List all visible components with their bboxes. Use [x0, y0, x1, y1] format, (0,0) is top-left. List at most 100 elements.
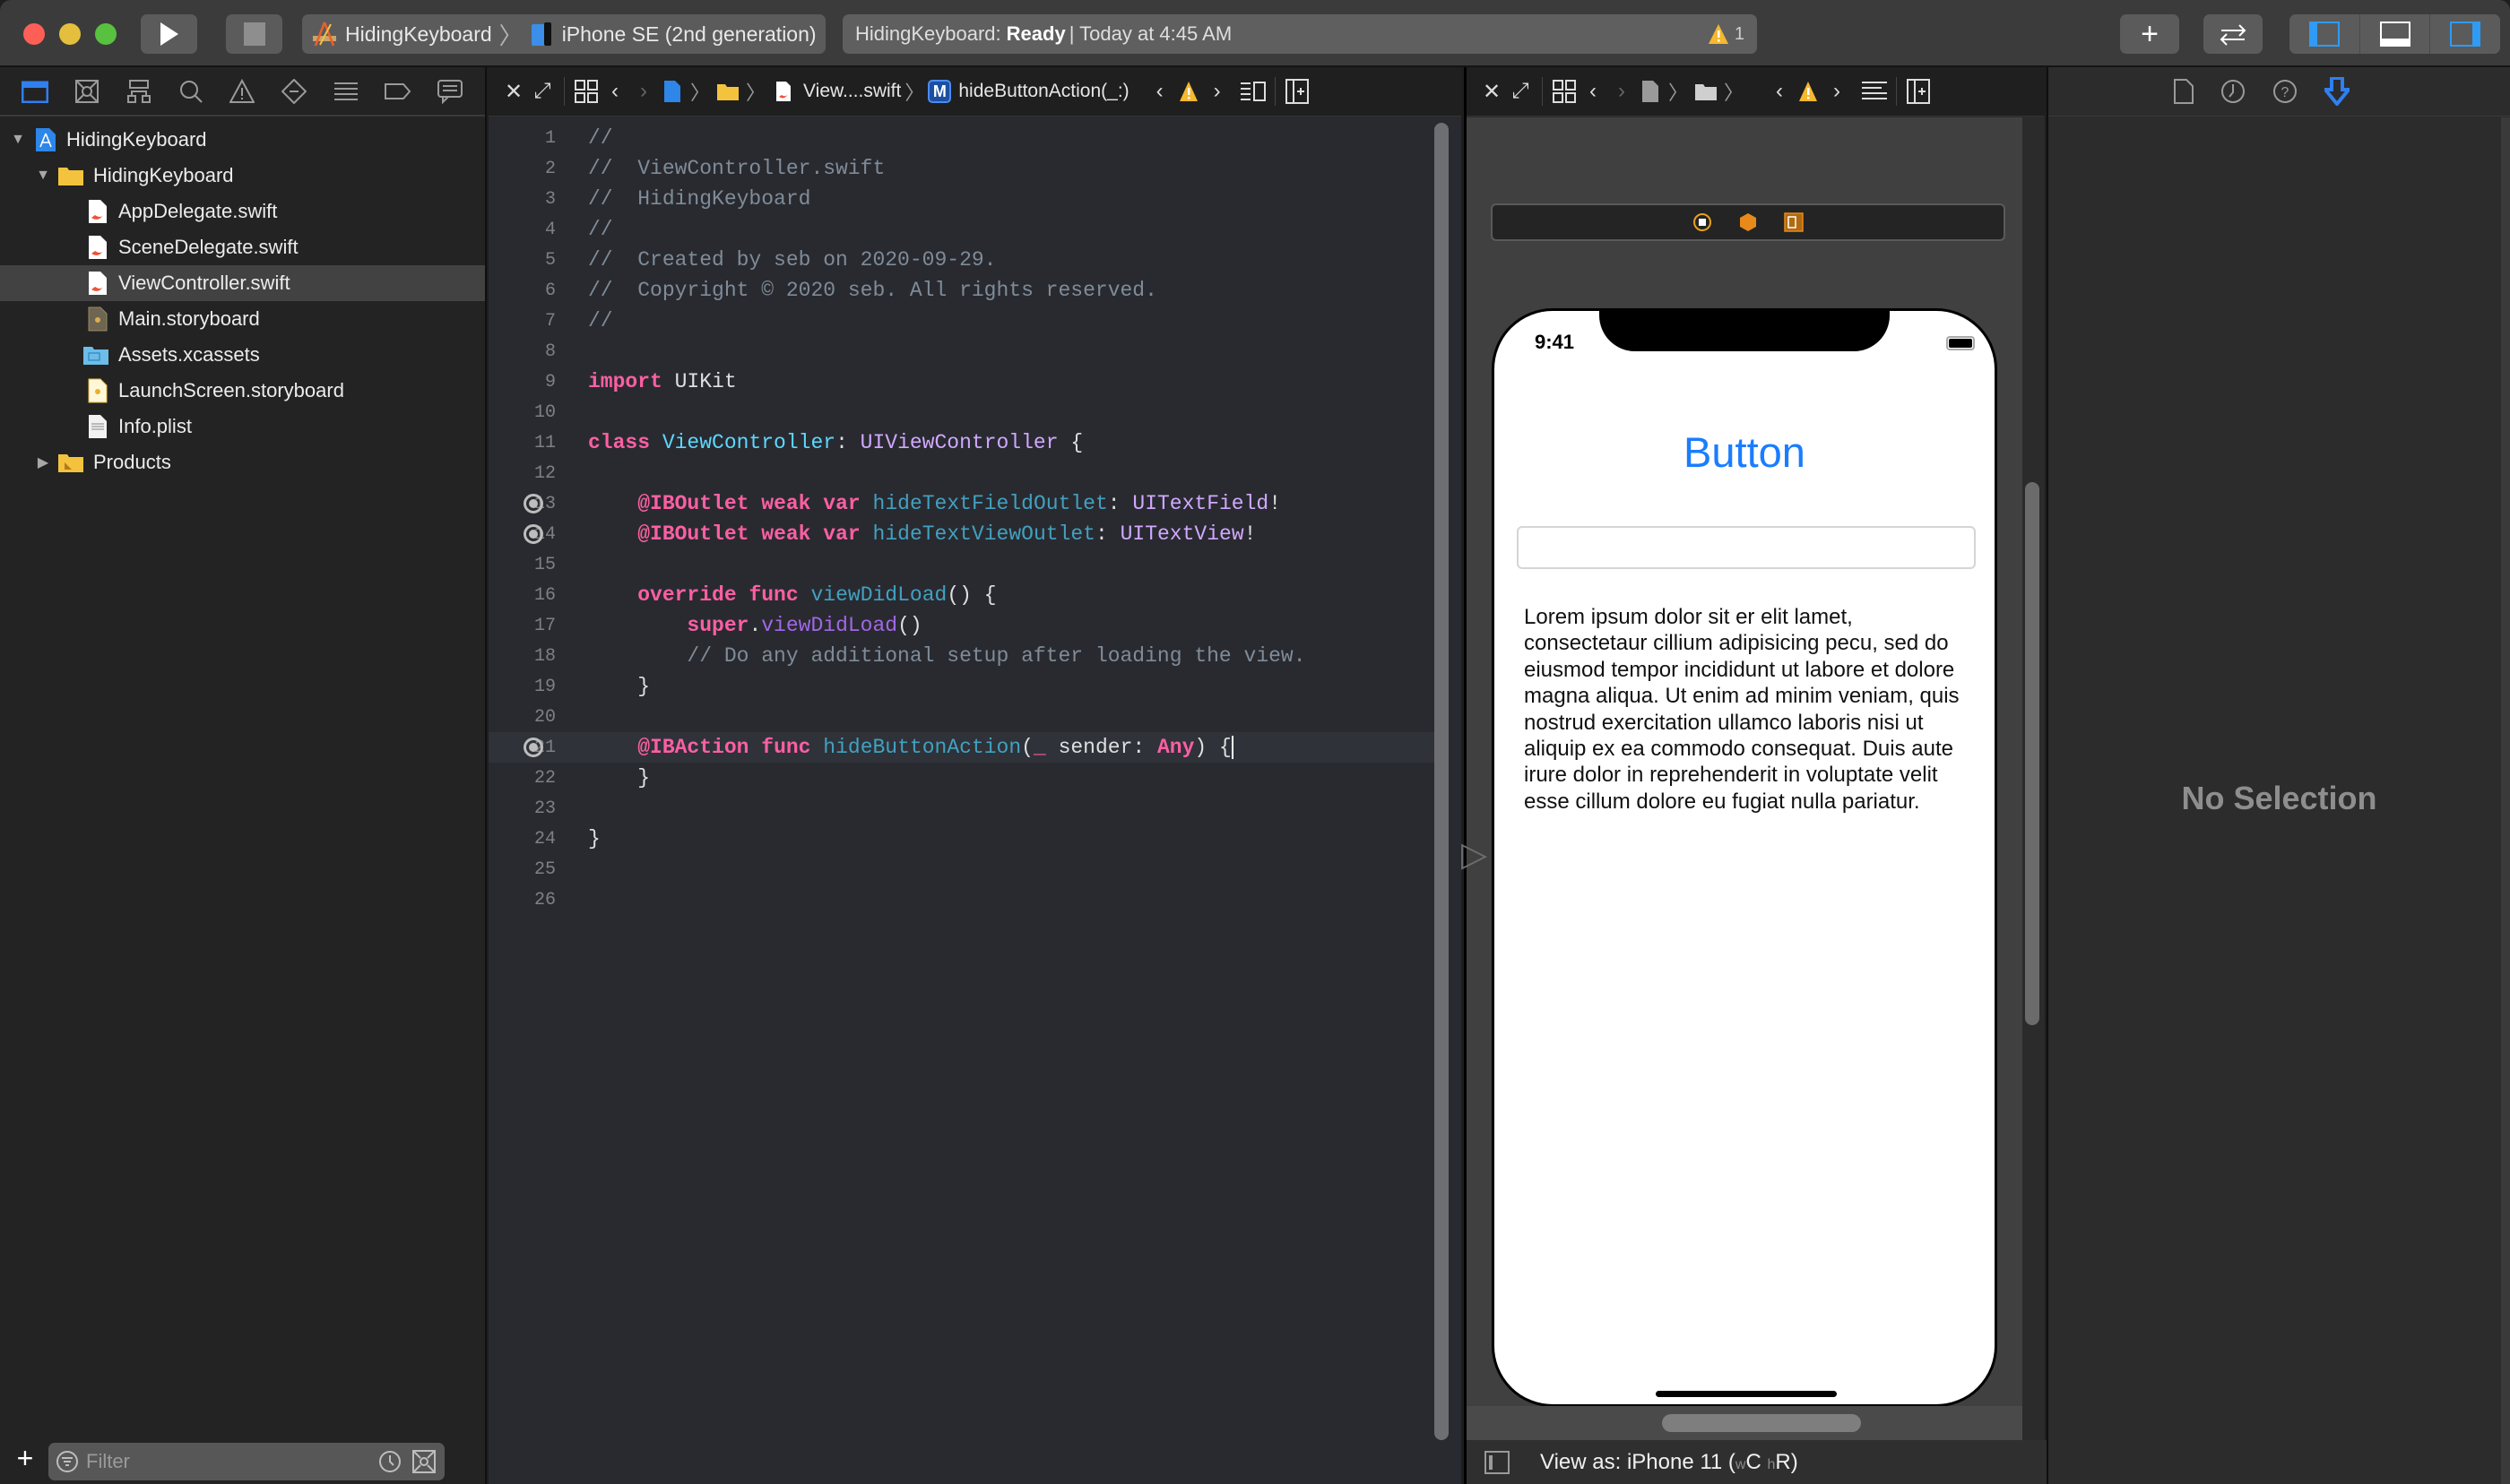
- code-line[interactable]: 23: [489, 793, 1434, 824]
- tree-item-file-selected[interactable]: ViewController.swift: [0, 265, 485, 301]
- iphone-scene[interactable]: 9:41 Button Lorem ipsum dolor sit er eli…: [1492, 308, 1997, 1407]
- code-line[interactable]: 1 //: [489, 123, 1434, 153]
- window-zoom-button[interactable]: [95, 23, 117, 45]
- canvas-horizontal-scroll-thumb[interactable]: [1662, 1414, 1861, 1432]
- tree-item-file[interactable]: Main.storyboard: [0, 301, 485, 337]
- code-line[interactable]: 20: [489, 702, 1434, 732]
- code-line[interactable]: 4 //: [489, 214, 1434, 245]
- code-line[interactable]: 19 }: [489, 671, 1434, 702]
- code-line[interactable]: 13 @IBOutlet weak var hideTextFieldOutle…: [489, 488, 1434, 519]
- tab-symbol-navigator[interactable]: [124, 76, 154, 107]
- filter-input[interactable]: [86, 1450, 373, 1473]
- issue-warning-icon[interactable]: [1174, 77, 1203, 106]
- code-text-area[interactable]: 1 // 2 // ViewController.swift 3 // HidingKey…: [489, 123, 1434, 915]
- tree-item-group[interactable]: ▼ HidingKeyboard: [0, 158, 485, 194]
- quick-help-icon[interactable]: ?: [2272, 79, 2298, 104]
- swift-file-icon[interactable]: [769, 77, 798, 106]
- project-crumb-icon[interactable]: [1636, 77, 1665, 106]
- breadcrumb-file[interactable]: View....swift: [803, 81, 901, 102]
- tab-issue-navigator[interactable]: [227, 76, 257, 107]
- breadcrumb-symbol[interactable]: hideButtonAction(_:): [958, 81, 1129, 102]
- related-items-icon[interactable]: [1550, 77, 1579, 106]
- tree-item-group[interactable]: ▶ Products: [0, 444, 485, 480]
- tab-test-navigator[interactable]: [279, 76, 309, 107]
- close-editor-icon[interactable]: ✕: [499, 77, 528, 106]
- toggle-navigator-button[interactable]: [2289, 14, 2360, 54]
- tab-find-navigator[interactable]: [176, 76, 206, 107]
- code-line[interactable]: 16 override func viewDidLoad() {: [489, 580, 1434, 610]
- document-outline-icon[interactable]: [1860, 77, 1889, 106]
- tab-project-navigator[interactable]: [20, 76, 50, 107]
- document-outline-toggle-icon[interactable]: [1484, 1450, 1510, 1474]
- source-control-filter-icon[interactable]: [412, 1450, 436, 1473]
- forward-arrow-icon[interactable]: ›: [1607, 77, 1636, 106]
- code-line[interactable]: 3 // HidingKeyboard: [489, 184, 1434, 214]
- code-line[interactable]: 2 // ViewController.swift: [489, 153, 1434, 184]
- run-button[interactable]: [141, 14, 197, 54]
- code-line[interactable]: 9 import UIKit: [489, 367, 1434, 397]
- back-arrow-icon[interactable]: ‹: [1579, 77, 1607, 106]
- code-line[interactable]: 5 // Created by seb on 2020-09-29.: [489, 245, 1434, 275]
- disclosure-collapsed-icon[interactable]: ▶: [34, 453, 52, 471]
- exit-icon[interactable]: [1784, 212, 1804, 232]
- tree-item-file[interactable]: SceneDelegate.swift: [0, 229, 485, 265]
- add-editor-icon[interactable]: [1904, 77, 1933, 106]
- next-issue-icon[interactable]: ›: [1203, 77, 1232, 106]
- view-controller-icon[interactable]: [1692, 212, 1712, 232]
- add-file-button[interactable]: +: [0, 1442, 50, 1475]
- outlet-connection-icon[interactable]: [524, 494, 543, 513]
- hide-text-field[interactable]: [1517, 526, 1976, 569]
- tree-item-file[interactable]: AppDelegate.swift: [0, 194, 485, 229]
- code-review-button[interactable]: [2203, 14, 2263, 54]
- expand-editor-icon[interactable]: ⤢: [528, 77, 557, 106]
- tree-item-project[interactable]: ▼ HidingKeyboard: [0, 122, 485, 158]
- hide-text-view[interactable]: Lorem ipsum dolor sit er elit lamet, con…: [1524, 604, 1972, 815]
- recent-files-clock-icon[interactable]: [378, 1450, 402, 1473]
- canvas-horizontal-scrollbar[interactable]: [1467, 1406, 2022, 1440]
- disclosure-expanded-icon[interactable]: ▼: [9, 131, 27, 149]
- window-minimize-button[interactable]: [59, 23, 81, 45]
- close-editor-icon[interactable]: ✕: [1477, 77, 1506, 106]
- hide-button[interactable]: Button: [1494, 427, 1995, 477]
- code-line[interactable]: 10: [489, 397, 1434, 427]
- toggle-debug-area-button[interactable]: [2360, 14, 2431, 54]
- group-crumb-icon[interactable]: [1692, 77, 1720, 106]
- tab-source-control-navigator[interactable]: [72, 76, 102, 107]
- code-line[interactable]: 22 }: [489, 763, 1434, 793]
- next-issue-icon[interactable]: ›: [1822, 77, 1851, 106]
- attributes-inspector-icon[interactable]: [2324, 77, 2350, 106]
- code-line[interactable]: 17 super.viewDidLoad(): [489, 610, 1434, 641]
- code-line[interactable]: 12: [489, 458, 1434, 488]
- stop-button[interactable]: [226, 14, 282, 54]
- tree-item-file[interactable]: LaunchScreen.storyboard: [0, 373, 485, 409]
- code-line[interactable]: 25: [489, 854, 1434, 884]
- group-crumb-icon[interactable]: [714, 77, 742, 106]
- minimap-toggle-icon[interactable]: [1239, 77, 1268, 106]
- related-items-icon[interactable]: [572, 77, 601, 106]
- tree-item-file[interactable]: Assets.xcassets: [0, 337, 485, 373]
- view-as-device-button[interactable]: View as: iPhone 11 (wC hR): [1540, 1450, 1798, 1475]
- activity-viewer[interactable]: HidingKeyboard: Ready | Today at 4:45 AM…: [843, 14, 1757, 54]
- first-responder-icon[interactable]: [1739, 212, 1757, 232]
- forward-arrow-icon[interactable]: ›: [629, 77, 658, 106]
- file-inspector-icon[interactable]: [2173, 79, 2194, 104]
- scheme-selector[interactable]: HidingKeyboard 〉 iPhone SE (2nd generati…: [302, 14, 826, 54]
- code-line[interactable]: 6 // Copyright © 2020 seb. All rights res…: [489, 275, 1434, 306]
- previous-issue-icon[interactable]: ‹: [1146, 77, 1174, 106]
- editor-vertical-scrollbar[interactable]: [1434, 123, 1449, 1440]
- code-line[interactable]: 8: [489, 336, 1434, 367]
- code-line[interactable]: 14 @IBOutlet weak var hideTextViewOutlet…: [489, 519, 1434, 549]
- storyboard-canvas[interactable]: ▷ 9:41 Button Lorem ipsum dolor sit er e…: [1461, 117, 2022, 1407]
- code-line[interactable]: 21 @IBAction func hideButtonAction(_ sen…: [489, 732, 1434, 763]
- disclosure-expanded-icon[interactable]: ▼: [34, 167, 52, 185]
- issue-warning-icon[interactable]: [1794, 77, 1822, 106]
- previous-issue-icon[interactable]: ‹: [1765, 77, 1794, 106]
- tab-breakpoint-navigator[interactable]: [383, 76, 413, 107]
- outlet-connection-icon[interactable]: [524, 524, 543, 544]
- code-line[interactable]: 26: [489, 884, 1434, 915]
- code-line[interactable]: 18 // Do any additional setup after load…: [489, 641, 1434, 671]
- expand-editor-icon[interactable]: ⤢: [1506, 77, 1535, 106]
- project-crumb-icon[interactable]: [658, 77, 687, 106]
- history-clock-icon[interactable]: [2220, 79, 2246, 104]
- toggle-inspector-button[interactable]: [2430, 14, 2500, 54]
